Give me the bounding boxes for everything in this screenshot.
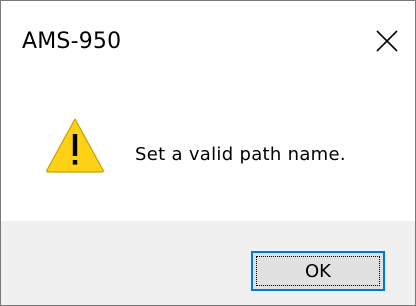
ok-button[interactable]: OK xyxy=(251,251,385,291)
warning-icon xyxy=(46,118,104,173)
button-bar: OK xyxy=(1,221,415,305)
window-title: AMS-950 xyxy=(22,29,122,54)
title-bar[interactable]: AMS-950 xyxy=(1,1,415,81)
close-icon xyxy=(376,30,398,52)
message-dialog: AMS-950 Set a valid path name. OK xyxy=(0,0,416,306)
message-text: Set a valid path name. xyxy=(135,144,346,165)
ok-button-label: OK xyxy=(305,260,331,282)
close-button[interactable] xyxy=(359,13,415,69)
message-area: Set a valid path name. xyxy=(1,81,415,221)
